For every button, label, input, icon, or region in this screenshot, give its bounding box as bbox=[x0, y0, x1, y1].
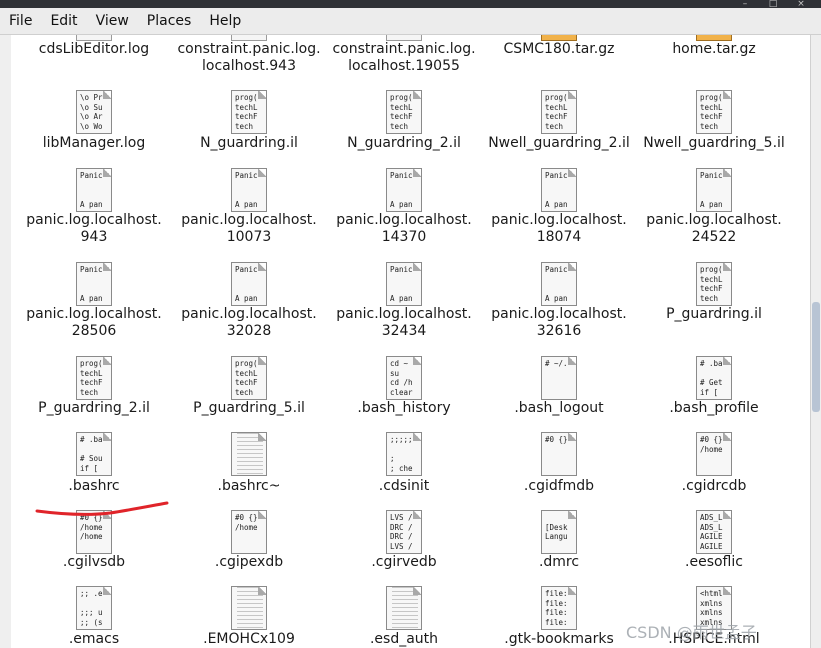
text-file-icon[interactable]: LVS / DRC / DRC / LVS / bbox=[386, 510, 422, 554]
file-name-label: libManager.log bbox=[42, 135, 146, 151]
file-name-label: .bash_history bbox=[357, 400, 451, 416]
text-file-icon[interactable]: prog( techL techF tech bbox=[231, 90, 267, 134]
file-name-label: .bash_logout bbox=[514, 400, 604, 416]
text-file-icon[interactable]: file: file: file: file: bbox=[541, 586, 577, 630]
file-name-label: .cgidrcdb bbox=[681, 478, 747, 494]
file-name-label: .EMOHCx109 bbox=[203, 631, 295, 647]
file-name-label: .eesoflic bbox=[685, 554, 743, 570]
file-name-label: .emacs bbox=[68, 631, 120, 647]
text-file-icon[interactable]: prog( techL techF tech bbox=[76, 356, 112, 400]
file-name-label: .cgipexdb bbox=[214, 554, 284, 570]
close-icon[interactable]: × bbox=[792, 0, 810, 9]
file-name-label: .cgidfmdb bbox=[523, 478, 595, 494]
text-file-icon[interactable]: # .ba # Get if [ bbox=[696, 356, 732, 400]
file-name-label: panic.log.localhost. 32616 bbox=[491, 306, 627, 339]
file-name-label: Nwell_guardring_2.il bbox=[488, 135, 630, 151]
file-name-label: panic.log.localhost. 14370 bbox=[336, 212, 472, 245]
text-file-icon[interactable]: \o Pr \o Su \o Ar \o Wo bbox=[76, 90, 112, 134]
text-file-icon[interactable]: prog( techL techF tech bbox=[231, 356, 267, 400]
text-file-icon[interactable]: #0 {} /home bbox=[231, 510, 267, 554]
file-name-label: home.tar.gz bbox=[672, 41, 756, 57]
blank-document-icon[interactable] bbox=[231, 432, 267, 476]
text-file-icon[interactable]: #0 {} bbox=[541, 432, 577, 476]
minimize-icon[interactable]: – bbox=[736, 0, 754, 9]
file-name-label: panic.log.localhost. 28506 bbox=[26, 306, 162, 339]
file-name-label: cdsLibEditor.log bbox=[38, 41, 150, 57]
file-name-label: .gtk-bookmarks bbox=[504, 631, 614, 647]
file-name-label: P_guardring_5.il bbox=[193, 400, 305, 416]
text-file-icon[interactable]: # ~/. bbox=[541, 356, 577, 400]
text-file-icon[interactable]: # .ba # Sou if [ bbox=[76, 432, 112, 476]
menu-edit[interactable]: Edit bbox=[41, 10, 86, 32]
file-name-label: .bashrc bbox=[68, 478, 120, 494]
file-name-label: N_guardring_2.il bbox=[347, 135, 461, 151]
text-file-icon[interactable]: Panic A pan bbox=[386, 262, 422, 306]
menubar: File Edit View Places Help bbox=[0, 8, 821, 35]
file-name-label: Nwell_guardring_5.il bbox=[643, 135, 785, 151]
text-file-icon[interactable]: Panic A pan bbox=[231, 262, 267, 306]
menu-file[interactable]: File bbox=[0, 10, 41, 32]
text-file-icon[interactable]: #0 {} /home bbox=[696, 432, 732, 476]
menu-view[interactable]: View bbox=[87, 10, 138, 32]
file-name-label: .cgilvsdb bbox=[62, 554, 126, 570]
text-file-icon[interactable]: Panic A pan bbox=[231, 168, 267, 212]
text-file-icon[interactable]: ADS_L ADS_L AGILE AGILE bbox=[696, 510, 732, 554]
text-file-icon[interactable]: ;;;;; ; ; che bbox=[386, 432, 422, 476]
menu-help[interactable]: Help bbox=[200, 10, 250, 32]
file-name-label: P_guardring.il bbox=[666, 306, 762, 322]
file-name-label: N_guardring.il bbox=[200, 135, 298, 151]
file-name-label: panic.log.localhost. 10073 bbox=[181, 212, 317, 245]
file-grid[interactable]: cdsLibEditor.log constraint.panic.log. lo… bbox=[11, 35, 810, 648]
text-file-icon[interactable]: cd ~ su cd /h clear bbox=[386, 356, 422, 400]
text-file-icon[interactable]: Panic A pan bbox=[541, 168, 577, 212]
file-name-label: constraint.panic.log. localhost.943 bbox=[177, 41, 321, 74]
file-name-label: .dmrc bbox=[538, 554, 580, 570]
text-file-icon[interactable]: Panic A pan bbox=[696, 168, 732, 212]
text-file-icon[interactable]: prog( techL techF tech bbox=[696, 90, 732, 134]
maximize-icon[interactable]: □ bbox=[764, 0, 782, 9]
blank-document-icon[interactable] bbox=[231, 586, 267, 630]
scrollbar-thumb[interactable] bbox=[812, 302, 820, 412]
file-name-label: panic.log.localhost. 943 bbox=[26, 212, 162, 245]
text-file-icon[interactable]: Panic A pan bbox=[76, 168, 112, 212]
text-file-icon[interactable]: prog( techL techF tech bbox=[696, 262, 732, 306]
file-name-label: P_guardring_2.il bbox=[38, 400, 150, 416]
file-name-label: CSMC180.tar.gz bbox=[503, 41, 615, 57]
file-name-label: constraint.panic.log. localhost.19055 bbox=[332, 41, 476, 74]
text-file-icon[interactable]: Panic A pan bbox=[386, 168, 422, 212]
text-file-icon[interactable]: ;; .e ;;; u ;; (s bbox=[76, 586, 112, 630]
file-name-label: panic.log.localhost. 18074 bbox=[491, 212, 627, 245]
window-titlebar: – □ × bbox=[0, 0, 821, 9]
blank-document-icon[interactable] bbox=[386, 586, 422, 630]
file-name-label: .esd_auth bbox=[369, 631, 439, 647]
file-name-label: panic.log.localhost. 24522 bbox=[646, 212, 782, 245]
file-name-label: panic.log.localhost. 32028 bbox=[181, 306, 317, 339]
text-file-icon[interactable]: prog( techL techF tech bbox=[386, 90, 422, 134]
text-file-icon[interactable]: prog( techL techF tech bbox=[541, 90, 577, 134]
file-name-label: .bashrc~ bbox=[217, 478, 281, 494]
text-file-icon[interactable]: #0 {} /home /home bbox=[76, 510, 112, 554]
file-name-label: .cgirvedb bbox=[371, 554, 437, 570]
file-name-label: .bash_profile bbox=[669, 400, 759, 416]
text-file-icon[interactable]: [Desk Langu bbox=[541, 510, 577, 554]
text-file-icon[interactable]: Panic A pan bbox=[76, 262, 112, 306]
menu-places[interactable]: Places bbox=[138, 10, 201, 32]
watermark: CSDN @雨世孟子 bbox=[626, 623, 757, 642]
file-name-label: panic.log.localhost. 32434 bbox=[336, 306, 472, 339]
file-name-label: .cdsinit bbox=[378, 478, 430, 494]
text-file-icon[interactable]: Panic A pan bbox=[541, 262, 577, 306]
